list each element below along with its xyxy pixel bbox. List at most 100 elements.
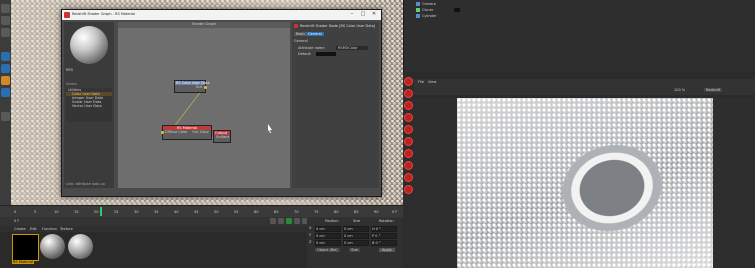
model-mode-icon[interactable]: [1, 52, 10, 61]
timeline-tick: 35: [154, 210, 159, 214]
user-data-node[interactable]: RS Color User Data Out: [174, 80, 209, 93]
tab-general[interactable]: General: [306, 32, 324, 36]
timeline-tick: 85: [354, 210, 359, 214]
next-key-button[interactable]: [294, 218, 300, 224]
redshift-ipr-icon[interactable]: [404, 89, 413, 98]
size-mode-select[interactable]: Size: [349, 248, 361, 252]
node-graph-canvas[interactable]: RS Color User Data Out RS Material Diffu…: [118, 22, 290, 188]
apply-button[interactable]: Apply: [379, 248, 395, 252]
output-port[interactable]: [204, 86, 207, 89]
maximize-button[interactable]: □: [358, 11, 368, 18]
redshift-light-icon[interactable]: [404, 101, 413, 110]
attributes-panel: Redshift Shader Node [RS Color User Data…: [292, 22, 379, 188]
redshift-sun-icon[interactable]: [404, 137, 413, 146]
timeline-tick: 60: [254, 210, 259, 214]
position-y-field[interactable]: 0 cm: [315, 233, 341, 239]
preview-label: RRS: [66, 68, 74, 72]
menu-view[interactable]: View: [428, 80, 436, 84]
timeline-tick: 90: [374, 210, 379, 214]
material-swatch[interactable]: [68, 234, 93, 259]
cloner-icon: [416, 8, 420, 12]
renderer-select[interactable]: Redshift: [704, 88, 723, 92]
position-z-field[interactable]: 0 cm: [315, 240, 341, 246]
timeline-tick: 80: [334, 210, 339, 214]
node-list-item[interactable]: Vector User Data: [66, 104, 112, 108]
material-swatch[interactable]: [12, 234, 39, 261]
object-name[interactable]: Cloner: [422, 8, 433, 12]
out-color-label: Out Color: [192, 130, 209, 134]
input-port[interactable]: [161, 131, 164, 134]
menu-file[interactable]: File: [418, 80, 424, 84]
object-name[interactable]: Cylinder: [422, 14, 437, 18]
rotate-tool-icon[interactable]: [1, 28, 10, 37]
timeline-tick: 50: [214, 210, 219, 214]
prev-key-button[interactable]: [278, 218, 284, 224]
redshift-area-icon[interactable]: [404, 125, 413, 134]
material-name[interactable]: RS Material: [12, 260, 34, 264]
material-manager: RS Material: [0, 232, 305, 268]
coord-mode-select[interactable]: Object (Rel): [315, 248, 340, 252]
redshift-render-icon[interactable]: [404, 77, 413, 86]
timeline-tick: 30: [134, 210, 139, 214]
play-button[interactable]: [286, 218, 292, 224]
rs-material-node[interactable]: RS Material Diffuse Color Out Color: [161, 125, 212, 140]
playhead[interactable]: [100, 207, 102, 216]
polygons-mode-icon[interactable]: [1, 88, 10, 97]
object-row[interactable]: Camera: [416, 2, 755, 7]
move-tool-icon[interactable]: [1, 4, 10, 13]
coord-row-y: Y 0 cm 0 cm P 0 °: [309, 233, 401, 239]
size-y-field[interactable]: 0 cm: [343, 233, 369, 239]
menu-texture[interactable]: Texture: [60, 227, 73, 231]
rotation-p-field[interactable]: P 0 °: [371, 233, 397, 239]
redshift-dome-icon[interactable]: [404, 113, 413, 122]
edges-mode-icon[interactable]: [1, 76, 10, 85]
coord-row-x: X 0 cm 0 cm H 0 °: [309, 226, 401, 232]
redshift-volume-icon[interactable]: [404, 173, 413, 182]
position-header: Position: [325, 219, 339, 223]
material-swatch[interactable]: [40, 234, 65, 259]
coordinates-manager: Position Size Rotation X 0 cm 0 cm H 0 °…: [307, 218, 403, 268]
surface-label: Surface: [216, 135, 230, 139]
preview-panel: RRS Nodes Utilities Color User Data Inte…: [64, 22, 114, 188]
menu-function[interactable]: Function: [42, 227, 57, 231]
close-button[interactable]: ✕: [369, 11, 379, 18]
object-row[interactable]: Cloner: [416, 8, 755, 13]
axis-label: X: [309, 226, 312, 230]
size-z-field[interactable]: 0 cm: [343, 240, 369, 246]
goto-start-button[interactable]: [270, 218, 276, 224]
menu-create[interactable]: Create: [14, 227, 26, 231]
camera-icon: [416, 2, 420, 6]
rotation-h-field[interactable]: H 0 °: [371, 226, 397, 232]
object-manager: Camera Cloner Cylinder: [403, 0, 755, 72]
position-x-field[interactable]: 0 cm: [315, 226, 341, 232]
output-node[interactable]: Output Surface: [213, 130, 231, 143]
size-x-field[interactable]: 0 cm: [343, 226, 369, 232]
default-color-swatch[interactable]: [316, 52, 336, 56]
mouse-cursor-icon: [268, 124, 272, 133]
scale-tool-icon[interactable]: [1, 16, 10, 25]
start-frame-field[interactable]: 0 F: [14, 219, 19, 223]
object-row[interactable]: Cylinder: [416, 14, 755, 19]
current-frame: 0 F: [392, 210, 398, 214]
node-type-icon: [294, 24, 298, 28]
redshift-env-icon[interactable]: [404, 185, 413, 194]
render-image[interactable]: [457, 98, 713, 268]
coord-row-z: Z 0 cm 0 cm B 0 °: [309, 240, 401, 246]
points-mode-icon[interactable]: [1, 64, 10, 73]
material-tag[interactable]: [454, 8, 460, 12]
redshift-proxy-icon[interactable]: [404, 161, 413, 170]
rotation-b-field[interactable]: B 0 °: [371, 240, 397, 246]
render-view-margin: [713, 98, 755, 268]
redshift-camera-icon[interactable]: [404, 149, 413, 158]
menu-edit[interactable]: Edit: [30, 227, 37, 231]
timeline-tick: 65: [274, 210, 279, 214]
timeline-tick: 45: [194, 210, 199, 214]
object-name[interactable]: Camera: [422, 2, 436, 6]
shader-window-titlebar[interactable]: Redshift Shader Graph - RS Material – □ …: [62, 10, 381, 20]
attribute-name-label: Attribute name: [298, 46, 325, 50]
zoom-level[interactable]: 100 %: [674, 88, 685, 92]
attribute-name-field[interactable]: RSMOColor: [336, 46, 368, 50]
minimize-button[interactable]: –: [347, 11, 357, 18]
snap-icon[interactable]: [1, 112, 10, 121]
shader-graph-window: Redshift Shader Graph - RS Material – □ …: [61, 9, 382, 197]
